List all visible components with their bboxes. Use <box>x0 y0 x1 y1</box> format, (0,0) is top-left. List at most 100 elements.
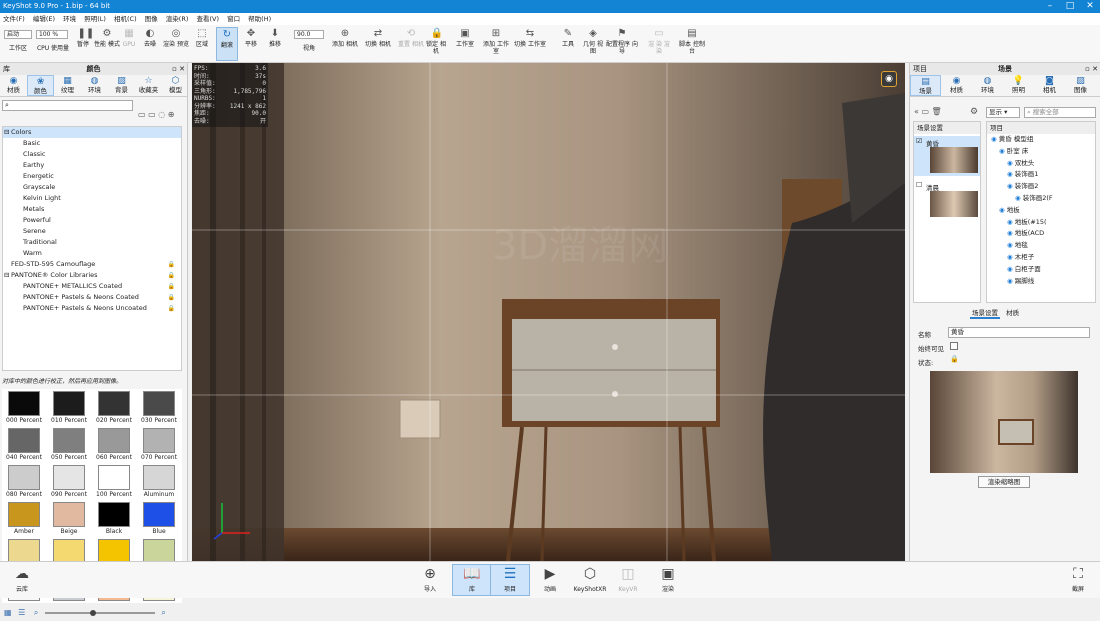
geometry-view-button[interactable]: ◈ 几何 视图 <box>582 27 604 61</box>
library-panel-close-icon[interactable]: ▫ ✕ <box>172 63 185 75</box>
subtab-scene-settings[interactable]: 场景设置 <box>970 309 1000 319</box>
state-lock-icon[interactable]: 🔒 <box>950 355 959 363</box>
tree-item-colors[interactable]: ⊟ Colors <box>3 127 181 138</box>
tree-item[interactable]: Metals <box>3 204 181 215</box>
animation-button[interactable]: ▶ 动画 <box>530 565 570 593</box>
scene-item-row[interactable]: ◉ 地板(#15( <box>987 217 1095 229</box>
tree-item[interactable]: Traditional <box>3 237 181 248</box>
color-swatch[interactable]: 080 Percent <box>2 463 46 500</box>
menu-view[interactable]: 查看(V) <box>193 13 222 25</box>
library-folder-icons[interactable]: ▭ ▭ ◌ ⊕ <box>138 110 174 119</box>
tab-colors[interactable]: ❀ 颜色 <box>27 75 54 96</box>
menu-window[interactable]: 窗口 <box>224 13 243 25</box>
render-thumbnail-button[interactable]: 渲染缩略图 <box>978 476 1030 488</box>
scene-set-item[interactable]: ☐ 清晨 <box>914 180 980 220</box>
script-console-button[interactable]: ▤ 脚本 控制台 <box>678 27 706 61</box>
switch-camera-button[interactable]: ⇄ 切换 相机 <box>364 27 392 61</box>
gpu-button[interactable]: ▦ GPU <box>120 27 138 61</box>
menu-help[interactable]: 帮助(H) <box>245 13 274 25</box>
scene-item-row[interactable]: ◉ 地板(ACD <box>987 228 1095 240</box>
tree-item[interactable]: ⊟ PANTONE® Color Libraries 🔒 <box>3 270 181 281</box>
scene-item-row[interactable]: ◉ 装饰画2(F <box>987 193 1095 205</box>
tab-environments[interactable]: ◍ 环境 <box>81 75 108 96</box>
visibility-eye-icon[interactable]: ◉ <box>1015 194 1023 202</box>
fov-input[interactable]: 90.0 <box>294 30 324 39</box>
add-camera-button[interactable]: ⊕ 添加 相机 <box>332 27 358 61</box>
tree-item[interactable]: Basic <box>3 138 181 149</box>
add-studio-button[interactable]: ⊞ 添加 工作室 <box>482 27 510 61</box>
viewport-camera-icon[interactable]: ◉ <box>881 71 897 87</box>
visibility-eye-icon[interactable]: ◉ <box>1007 159 1015 167</box>
display-select[interactable]: 显示 ▾ <box>986 107 1020 118</box>
tab-image[interactable]: ▨ 图像 <box>1065 75 1096 96</box>
tab-material[interactable]: ◉ 材质 <box>941 75 972 96</box>
color-swatch[interactable]: 040 Percent <box>2 426 46 463</box>
always-visible-checkbox[interactable] <box>950 342 958 350</box>
denoise-button[interactable]: ◐ 去噪 <box>140 27 160 61</box>
library-button[interactable]: 📖 库 <box>452 564 492 596</box>
tree-item[interactable]: FED-STD-595 Camouflage 🔒 <box>3 259 181 270</box>
thumbnail-size-slider[interactable] <box>44 609 155 616</box>
tree-item[interactable]: Classic <box>3 149 181 160</box>
list-view-icon[interactable]: ☰ <box>18 608 25 617</box>
tree-item[interactable]: PANTONE+ METALLICS Coated 🔒 <box>3 281 181 292</box>
tree-item[interactable]: Serene <box>3 226 181 237</box>
scene-set-item[interactable]: ☑ 黄昏 <box>914 136 980 176</box>
visibility-eye-icon[interactable]: ◉ <box>1007 229 1015 237</box>
color-swatch[interactable]: Amber <box>2 500 46 537</box>
workspace-select[interactable]: 启动 <box>4 30 32 39</box>
visibility-eye-icon[interactable]: ◉ <box>1007 253 1015 261</box>
grid-view-icon[interactable]: ▦ <box>4 608 12 617</box>
visibility-eye-icon[interactable]: ◉ <box>1007 182 1015 190</box>
menu-edit[interactable]: 编辑(E) <box>30 13 58 25</box>
tab-lighting[interactable]: 💡 照明 <box>1003 75 1034 96</box>
settings-gear-icon[interactable]: ⚙ <box>970 107 978 117</box>
color-swatch[interactable]: 090 Percent <box>47 463 91 500</box>
menu-file[interactable]: 文件(F) <box>0 13 28 25</box>
color-swatch[interactable]: 020 Percent <box>92 389 136 426</box>
keyvr-button[interactable]: ◫ KeyVR <box>608 565 648 593</box>
ar-button[interactable]: ▭ 渲 染 渲染 <box>646 27 672 61</box>
color-swatch[interactable]: 010 Percent <box>47 389 91 426</box>
visibility-eye-icon[interactable]: ◉ <box>1007 218 1015 226</box>
scene-item-row[interactable]: ◉ 双枕头 <box>987 158 1095 170</box>
checkbox-checked-icon[interactable]: ☑ <box>916 137 922 145</box>
scene-item-row[interactable]: ◉ 地毯 <box>987 240 1095 252</box>
color-swatch[interactable]: 060 Percent <box>92 426 136 463</box>
render-preview-button[interactable]: ◎ 渲染 预览 <box>162 27 190 61</box>
color-swatch[interactable]: 030 Percent <box>137 389 181 426</box>
tumble-button[interactable]: ↻ 翻滚 <box>216 27 238 61</box>
color-swatch[interactable]: 050 Percent <box>47 426 91 463</box>
subtab-material[interactable]: 材质 <box>1006 309 1019 317</box>
menu-render[interactable]: 渲染(R) <box>163 13 192 25</box>
project-panel-close-icon[interactable]: ▫ ✕ <box>1085 63 1098 75</box>
project-search-input[interactable]: ⌕ 搜索全部 <box>1024 107 1096 118</box>
tab-materials[interactable]: ◉ 材质 <box>0 75 27 96</box>
tree-item[interactable]: Energetic <box>3 171 181 182</box>
tab-camera[interactable]: ◙ 相机 <box>1034 75 1065 96</box>
library-search-input[interactable]: ⌕ <box>2 100 133 111</box>
tab-backgrounds[interactable]: ▨ 背景 <box>108 75 135 96</box>
tree-item[interactable]: PANTONE+ Pastels & Neons Uncoated 🔒 <box>3 303 181 314</box>
scene-item-row[interactable]: ◉ 白柜子面 <box>987 264 1095 276</box>
visibility-eye-icon[interactable]: ◉ <box>991 135 999 143</box>
scene-item-row[interactable]: ◉ 黄昏 模型组 <box>987 134 1095 146</box>
switch-studio-button[interactable]: ⇆ 切换 工作室 <box>514 27 546 61</box>
scene-item-row[interactable]: ◉ 地板 <box>987 205 1095 217</box>
configurator-wizard-button[interactable]: ⚑ 配置程序 向导 <box>606 27 638 61</box>
tab-models[interactable]: ⬡ 模型 <box>162 75 189 96</box>
visibility-eye-icon[interactable]: ◉ <box>999 147 1007 155</box>
visibility-eye-icon[interactable]: ◉ <box>999 206 1007 214</box>
slider-handle[interactable] <box>89 609 96 616</box>
tree-item[interactable]: Kelvin Light <box>3 193 181 204</box>
color-swatch[interactable]: 100 Percent <box>92 463 136 500</box>
project-button[interactable]: ☰ 项目 <box>490 564 530 596</box>
color-swatch[interactable]: 000 Percent <box>2 389 46 426</box>
menu-environment[interactable]: 环境 <box>60 13 79 25</box>
studio-button[interactable]: ▣ 工作室 <box>452 27 478 61</box>
render-viewport[interactable]: FPS: 3.6 时间: 37s 采样值: 0 三角形: 1,785,796 NURBS… <box>192 63 905 561</box>
tree-item[interactable]: Grayscale <box>3 182 181 193</box>
tree-item[interactable]: PANTONE+ Pastels & Neons Coated 🔒 <box>3 292 181 303</box>
checkbox-unchecked-icon[interactable]: ☐ <box>916 181 922 189</box>
zoom-in-icon[interactable]: ⌕ <box>161 608 165 617</box>
